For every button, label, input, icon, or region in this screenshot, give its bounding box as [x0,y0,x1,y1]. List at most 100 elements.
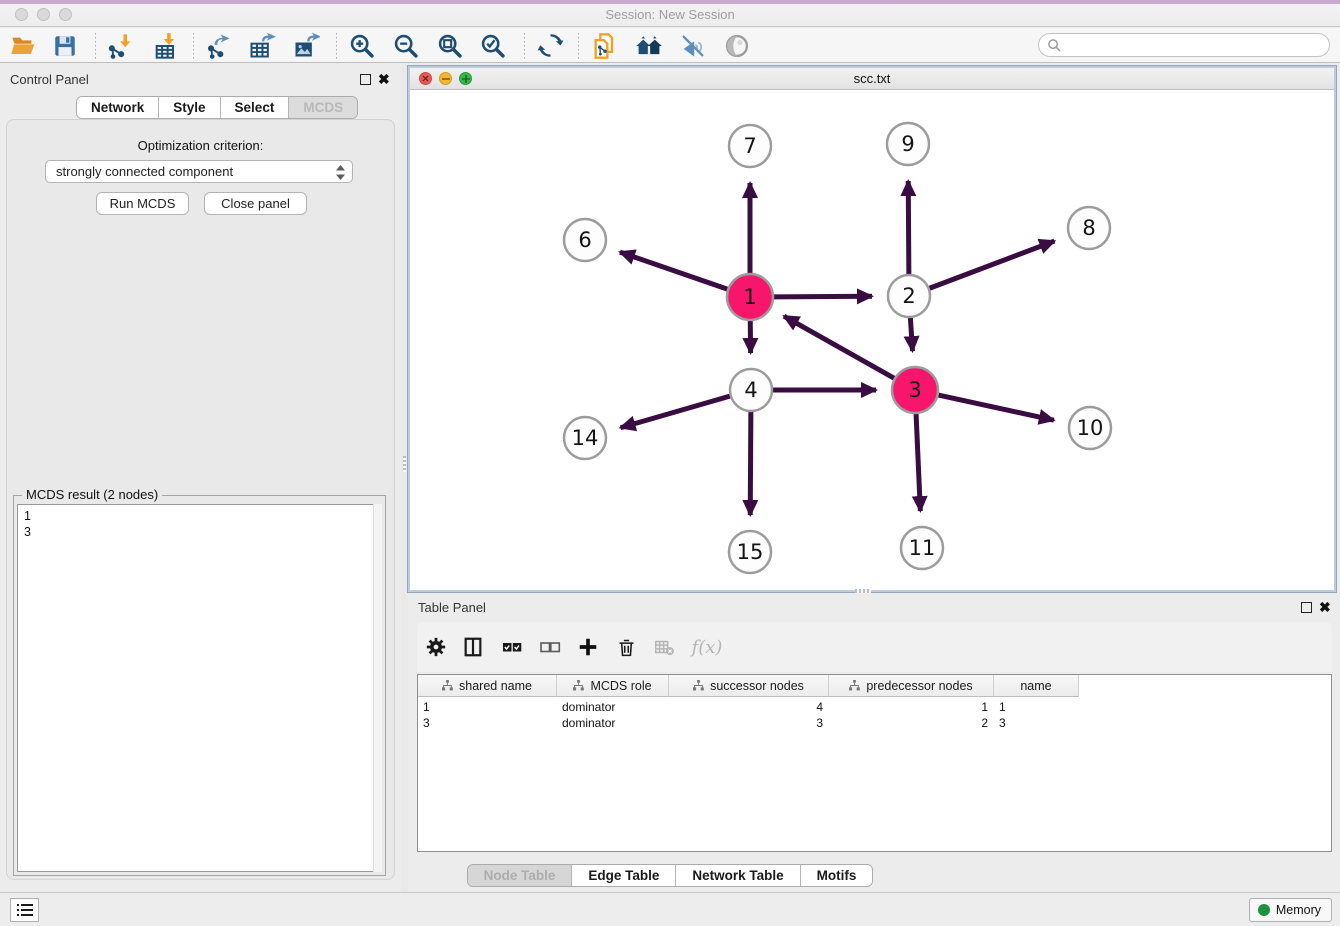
window-title: Session: New Session [0,7,1340,22]
table-cell[interactable]: 1 [994,699,1079,715]
criterion-select[interactable]: strongly connected component [45,160,353,183]
zoom-selected-icon[interactable] [475,30,511,61]
tab-motifs[interactable]: Motifs [801,865,873,886]
network-canvas[interactable]: 7968124314101511 [410,90,1334,590]
table-cell[interactable]: 2 [829,715,994,731]
graph-edge-1-2[interactable] [774,296,872,297]
app-title-bar: Session: New Session [0,0,1340,27]
table-cell[interactable]: 3 [994,715,1079,731]
graph-edge-2-3[interactable] [910,318,912,351]
columns-icon[interactable] [457,631,489,663]
tab-edge-table[interactable]: Edge Table [572,865,676,886]
column-header-predecessor-nodes[interactable]: predecessor nodes [829,675,994,697]
table-cell[interactable]: dominator [557,699,669,715]
column-header-MCDS-role[interactable]: MCDS role [557,675,669,697]
table-cell[interactable]: 4 [669,699,829,715]
close-panel-icon[interactable]: ✖ [378,71,390,88]
network-window-titlebar[interactable]: scc.txt [410,68,1334,90]
search-input[interactable] [1062,35,1329,55]
graph-node-label-7: 7 [743,134,756,158]
tab-node-table[interactable]: Node Table [468,865,573,886]
memory-button[interactable]: Memory [1249,898,1332,922]
tab-select[interactable]: Select [221,97,290,118]
table-cell[interactable]: 1 [418,699,557,715]
graph-edge-1-6[interactable] [620,252,727,289]
graph-edge-4-15[interactable] [750,412,751,515]
zoom-out-icon[interactable] [388,30,424,61]
table-cell[interactable]: 3 [418,715,557,731]
close-panel-button[interactable]: Close panel [204,192,307,215]
delete-table-icon[interactable] [648,631,680,663]
export-table-icon[interactable] [244,30,280,61]
task-history-button[interactable] [10,898,39,922]
table-panel-header: Table Panel ✖ [408,596,1340,620]
hide-details-icon[interactable] [675,30,711,61]
add-column-icon[interactable] [572,631,604,663]
network-graph[interactable]: 7968124314101511 [410,90,1334,590]
import-table-icon[interactable] [148,30,184,61]
column-header-name[interactable]: name [994,675,1079,697]
table-toolbar: f(x) [417,622,1332,672]
column-tree-icon [573,680,584,691]
table-panel-title: Table Panel [418,600,486,615]
mcds-panel: Optimization criterion: strongly connect… [6,119,395,880]
optimization-criterion-label: Optimization criterion: [7,138,394,153]
select-all-icon[interactable] [496,631,528,663]
column-tree-icon [849,680,860,691]
graph-edge-3-1[interactable] [784,316,894,378]
delete-icon[interactable] [610,631,642,663]
graph-edge-2-8[interactable] [930,241,1055,288]
horizontal-splitter[interactable] [855,589,871,593]
show-details-icon[interactable] [719,30,755,61]
graph-node-label-15: 15 [737,540,764,564]
refresh-icon[interactable] [532,30,568,61]
vertical-splitter[interactable] [401,64,408,892]
function-builder-icon[interactable]: f(x) [685,631,729,663]
clone-network-icon[interactable] [587,30,623,61]
close-table-panel-icon[interactable]: ✖ [1319,599,1331,616]
graph-node-label-6: 6 [578,228,591,252]
gear-icon[interactable] [420,631,452,663]
home-network-icon[interactable] [631,30,667,61]
run-mcds-button[interactable]: Run MCDS [96,192,189,215]
table-row[interactable]: 1dominator411 [418,699,1079,715]
result-scrollbar[interactable] [373,504,382,872]
graph-node-label-8: 8 [1082,216,1095,240]
table-row[interactable]: 3dominator323 [418,715,1079,731]
memory-label: Memory [1276,903,1321,917]
graph-edge-4-14[interactable] [621,396,730,428]
save-session-icon[interactable] [47,30,83,61]
graph-edge-3-11[interactable] [916,414,920,511]
graph-node-label-4: 4 [744,378,757,402]
column-header-shared-name[interactable]: shared name [418,675,557,697]
column-header-successor-nodes[interactable]: successor nodes [669,675,829,697]
table-cell[interactable]: dominator [557,715,669,731]
mcds-result-text[interactable]: 1 3 [17,504,382,872]
table-cell[interactable]: 1 [829,699,994,715]
zoom-fit-icon[interactable] [432,30,468,61]
table-cell[interactable]: 3 [669,715,829,731]
graph-edge-3-10[interactable] [938,395,1053,420]
table-tabs-bar: Node Table Edge Table Network Table Moti… [0,864,1340,887]
graph-edge-2-9[interactable] [908,181,909,274]
window-accent-strip [0,0,1340,4]
zoom-in-icon[interactable] [344,30,380,61]
float-table-panel-icon[interactable] [1301,602,1312,613]
status-bar: Memory [0,892,1340,926]
export-image-icon[interactable] [288,30,324,61]
search-box[interactable] [1038,33,1330,57]
open-session-icon[interactable] [5,30,41,61]
export-network-icon[interactable] [200,30,236,61]
control-panel-header: Control Panel ✖ [0,68,401,94]
float-panel-icon[interactable] [360,74,371,85]
tab-network-table[interactable]: Network Table [676,865,800,886]
import-network-icon[interactable] [102,30,138,61]
graph-node-label-9: 9 [901,132,914,156]
tab-network[interactable]: Network [77,97,159,118]
graph-node-label-3: 3 [908,378,921,402]
mcds-result-group: MCDS result (2 nodes) 1 3 [13,495,386,876]
tab-mcds[interactable]: MCDS [289,97,357,118]
column-tree-icon [442,680,453,691]
tab-style[interactable]: Style [159,97,220,118]
deselect-all-icon[interactable] [534,631,566,663]
